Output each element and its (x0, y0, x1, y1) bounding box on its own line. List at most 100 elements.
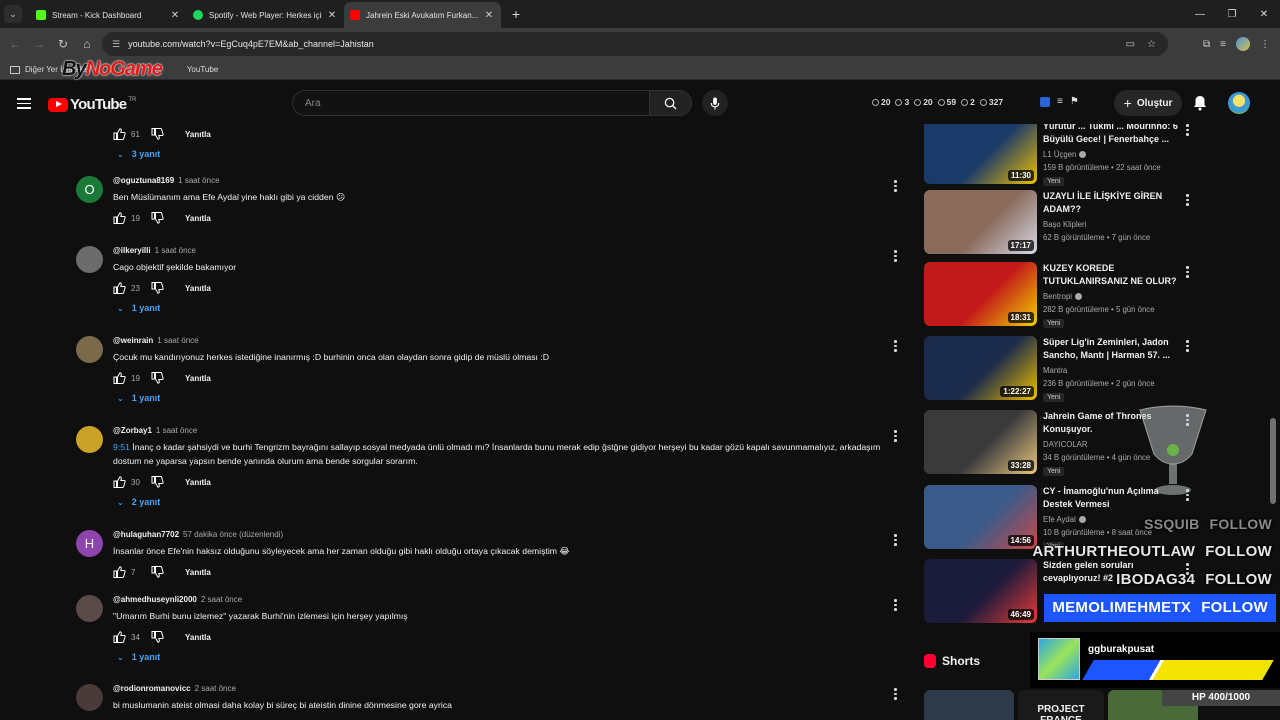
reply-button[interactable]: Yanıtla (185, 284, 211, 293)
commenter-avatar[interactable] (76, 246, 103, 273)
video-thumbnail[interactable]: 11:30 (924, 124, 1037, 184)
view-replies-button[interactable]: ⌄ 1 yanıt (117, 303, 893, 313)
dislike-icon[interactable] (151, 212, 165, 224)
related-video-item[interactable]: 11:30 Yürütür ... Tukmi ... Mourinho: 6 B… (924, 124, 1194, 186)
reply-button[interactable]: Yanıtla (185, 130, 211, 139)
view-replies-button[interactable]: ⌄ 2 yanıt (117, 497, 893, 507)
tab-kick[interactable]: Stream - Kick Dashboard ✕ (30, 2, 187, 28)
close-window-button[interactable]: ✕ (1248, 0, 1280, 28)
like-icon[interactable] (113, 128, 127, 140)
scrollbar[interactable] (1270, 418, 1276, 504)
dislike-icon[interactable] (151, 631, 165, 643)
extensions-icon[interactable]: ⧉ (1203, 39, 1210, 50)
like-icon[interactable] (113, 282, 127, 294)
commenter-avatar[interactable] (76, 336, 103, 363)
reload-button[interactable]: ↻ (51, 32, 75, 56)
video-channel[interactable]: Mantra (1043, 366, 1183, 375)
video-channel[interactable]: Bentropi (1043, 292, 1183, 301)
like-icon[interactable] (113, 566, 127, 578)
video-menu-icon[interactable] (1186, 266, 1190, 280)
bookmark-youtube[interactable]: YouTube (187, 65, 218, 74)
browser-menu-icon[interactable]: ⋮ (1260, 39, 1270, 50)
video-title[interactable]: KUZEY KOREDE TUTUKLANIRSANIZ NE OLUR? (1043, 262, 1183, 288)
like-icon[interactable] (113, 372, 127, 384)
back-button[interactable]: ← (3, 32, 27, 56)
like-icon[interactable] (113, 212, 127, 224)
list-icon[interactable]: ≡ (1057, 96, 1063, 107)
comment-author[interactable]: @rodionromanovicc (113, 684, 191, 693)
new-tab-button[interactable]: + (507, 6, 525, 22)
comment-time[interactable]: 57 dakika önce (düzenlendi) (183, 530, 283, 539)
comment-author[interactable]: @weinrain (113, 336, 153, 345)
comment-menu-icon[interactable] (894, 688, 898, 702)
video-title[interactable]: Süper Lig'in Zeminleri, Jadon Sancho, Ma… (1043, 336, 1183, 362)
comment-menu-icon[interactable] (894, 534, 898, 548)
view-replies-button[interactable]: ⌄ 1 yanıt (117, 652, 893, 662)
search-input[interactable]: Ara (292, 90, 650, 116)
dislike-icon[interactable] (151, 566, 165, 578)
related-video-item[interactable]: 17:17 UZAYLI İLE İLİŞKİYE GİREN ADAM?? Baş… (924, 190, 1194, 256)
video-menu-icon[interactable] (1186, 194, 1190, 208)
forward-button[interactable]: → (27, 32, 51, 56)
commenter-avatar[interactable] (76, 595, 103, 622)
commenter-avatar[interactable]: H (76, 530, 103, 557)
short-thumbnail[interactable] (924, 690, 1014, 720)
video-channel[interactable]: L1 Üçgen (1043, 150, 1183, 159)
reply-button[interactable]: Yanıtla (185, 568, 211, 577)
comment-author[interactable]: @oguztuna8169 (113, 176, 174, 185)
create-button[interactable]: + Oluştur (1114, 90, 1182, 116)
minimize-button[interactable]: — (1184, 0, 1216, 28)
comment-menu-icon[interactable] (894, 340, 898, 354)
tab-youtube[interactable]: Jahrein Eski Avukatım Furkan... ✕ (344, 2, 501, 28)
reply-button[interactable]: Yanıtla (185, 374, 211, 383)
url-bar[interactable]: ☰ youtube.com/watch?v=EgCuq4pE7EM&ab_cha… (102, 32, 1168, 56)
dislike-icon[interactable] (151, 372, 165, 384)
video-title[interactable]: Yürütür ... Tukmi ... Mourinho: 6 Büyülü… (1043, 124, 1183, 146)
comment-time[interactable]: 2 saat önce (195, 684, 236, 693)
comment-menu-icon[interactable] (894, 250, 898, 264)
user-avatar[interactable] (1228, 92, 1250, 114)
view-replies-button[interactable]: ⌄ 3 yanıt (117, 149, 893, 159)
commenter-avatar[interactable] (76, 684, 103, 711)
commenter-avatar[interactable] (76, 426, 103, 453)
video-thumbnail[interactable]: 1:22:27 (924, 336, 1037, 400)
video-channel[interactable]: Başo Klipleri (1043, 220, 1183, 229)
related-video-item[interactable]: 1:22:27 Süper Lig'in Zeminleri, Jadon San… (924, 336, 1194, 402)
dislike-icon[interactable] (151, 128, 165, 140)
close-icon[interactable]: ✕ (326, 10, 338, 21)
view-replies-button[interactable]: ⌄ 1 yanıt (117, 393, 893, 403)
reply-button[interactable]: Yanıtla (185, 633, 211, 642)
bookmark-star-icon[interactable]: ☆ (1147, 39, 1156, 50)
reply-button[interactable]: Yanıtla (185, 214, 211, 223)
site-info-icon[interactable]: ☰ (112, 39, 120, 50)
close-icon[interactable]: ✕ (483, 10, 495, 21)
notifications-button[interactable] (1193, 95, 1207, 114)
comment-timestamp-link[interactable]: 9:51 (113, 442, 130, 452)
dislike-icon[interactable] (151, 476, 165, 488)
like-icon[interactable] (113, 631, 127, 643)
tab-spotify[interactable]: Spotify - Web Player: Herkes için ✕ (187, 2, 344, 28)
like-icon[interactable] (113, 476, 127, 488)
related-video-item[interactable]: 18:31 KUZEY KOREDE TUTUKLANIRSANIZ NE OLU… (924, 262, 1194, 328)
comment-menu-icon[interactable] (894, 180, 898, 194)
comment-time[interactable]: 2 saat önce (201, 595, 242, 604)
comment-author[interactable]: @Zorbay1 (113, 426, 152, 435)
close-icon[interactable]: ✕ (169, 10, 181, 21)
video-title[interactable]: UZAYLI İLE İLİŞKİYE GİREN ADAM?? (1043, 190, 1183, 216)
reply-button[interactable]: Yanıtla (185, 478, 211, 487)
comment-author[interactable]: @ilkeryilli (113, 246, 151, 255)
comment-time[interactable]: 1 saat önce (178, 176, 219, 185)
video-thumbnail[interactable]: 18:31 (924, 262, 1037, 326)
commenter-avatar[interactable]: O (76, 176, 103, 203)
filter-icon[interactable]: ⚑ (1070, 96, 1079, 107)
restore-button[interactable]: ❐ (1216, 0, 1248, 28)
comment-author[interactable]: @ahmedhuseynli2000 (113, 595, 197, 604)
video-menu-icon[interactable] (1186, 340, 1190, 354)
comment-menu-icon[interactable] (894, 599, 898, 613)
video-thumbnail[interactable]: 33:28 (924, 410, 1037, 474)
dislike-icon[interactable] (151, 282, 165, 294)
menu-icon[interactable] (17, 98, 31, 112)
media-icon[interactable]: ≡ (1220, 39, 1226, 50)
comment-time[interactable]: 1 saat önce (156, 426, 197, 435)
home-button[interactable]: ⌂ (75, 32, 99, 56)
